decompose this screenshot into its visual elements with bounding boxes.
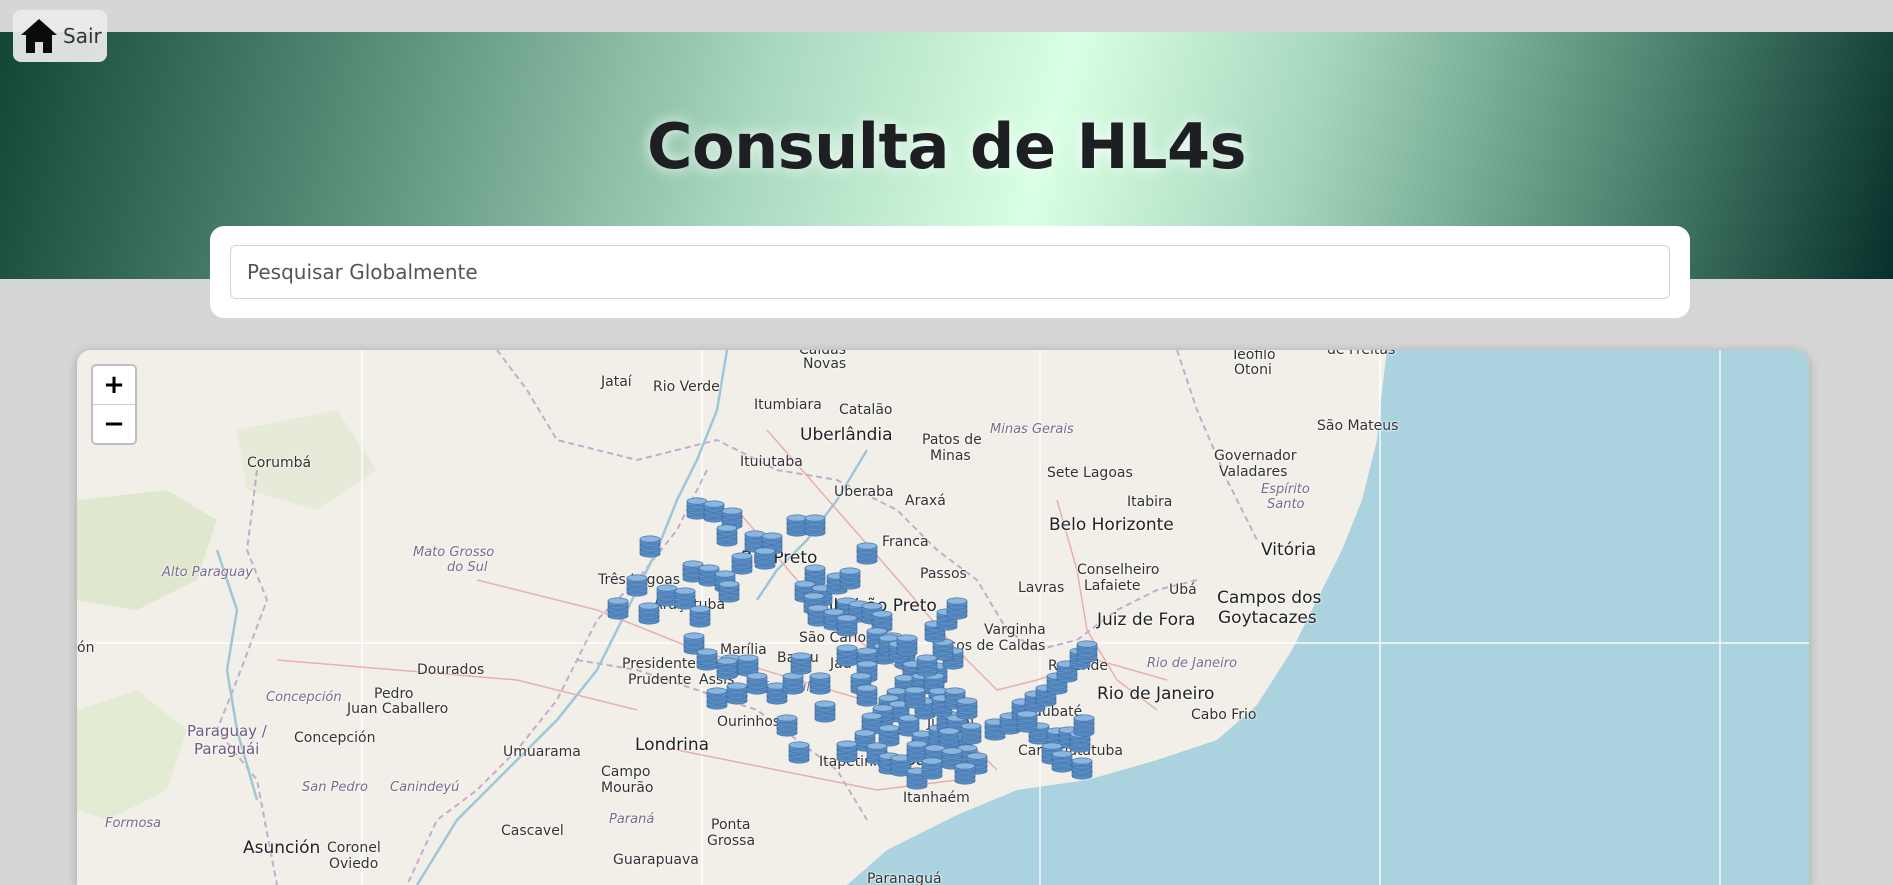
hl4-marker[interactable] <box>904 686 926 709</box>
hl4-marker[interactable] <box>782 672 804 695</box>
top-strip <box>0 0 1893 32</box>
hl4-marker[interactable] <box>607 597 629 620</box>
hl4-marker[interactable] <box>836 740 858 763</box>
hl4-marker[interactable] <box>776 714 798 737</box>
hl4-marker[interactable] <box>716 524 738 547</box>
home-label: Sair <box>63 24 102 48</box>
zoom-control: + − <box>91 364 137 445</box>
hl4-marker[interactable] <box>696 648 718 671</box>
hl4-marker[interactable] <box>1016 710 1038 733</box>
hl4-marker[interactable] <box>809 672 831 695</box>
hl4-marker[interactable] <box>856 684 878 707</box>
hl4-marker[interactable] <box>836 614 858 637</box>
hl4-marker[interactable] <box>954 762 976 785</box>
hl4-marker[interactable] <box>836 644 858 667</box>
hl4-marker[interactable] <box>716 657 738 680</box>
hl4-marker[interactable] <box>839 567 861 590</box>
search-card <box>210 226 1690 318</box>
hl4-marker[interactable] <box>916 654 938 677</box>
hl4-marker[interactable] <box>790 652 812 675</box>
hl4-marker[interactable] <box>746 672 768 695</box>
zoom-in-button[interactable]: + <box>93 366 135 404</box>
zoom-out-button[interactable]: − <box>93 404 135 443</box>
hl4-marker[interactable] <box>1071 757 1093 780</box>
hl4-marker[interactable] <box>689 605 711 628</box>
hl4-marker[interactable] <box>1076 640 1098 663</box>
hl4-marker[interactable] <box>814 700 836 723</box>
hl4-marker[interactable] <box>731 552 753 575</box>
page-title: Consulta de HL4s <box>646 110 1247 183</box>
hl4-marker[interactable] <box>804 514 826 537</box>
hl4-marker[interactable] <box>626 574 648 597</box>
hl4-marker[interactable] <box>786 514 808 537</box>
hl4-marker[interactable] <box>856 542 878 565</box>
hl4-marker[interactable] <box>960 722 982 745</box>
global-search-input[interactable] <box>230 245 1670 299</box>
hl4-marker[interactable] <box>1051 750 1073 773</box>
hl4-marker[interactable] <box>639 535 661 558</box>
hl4-marker[interactable] <box>788 741 810 764</box>
hl4-marker[interactable] <box>921 757 943 780</box>
hl4-marker[interactable] <box>1073 714 1095 737</box>
hl4-marker[interactable] <box>754 547 776 570</box>
home-icon <box>21 19 57 53</box>
hl4-marker[interactable] <box>674 587 696 610</box>
hl4-marker[interactable] <box>718 580 740 603</box>
hl4-marker[interactable] <box>656 584 678 607</box>
markers-layer <box>607 497 1098 790</box>
hl4-marker[interactable] <box>896 634 918 657</box>
hl4-marker[interactable] <box>706 687 728 710</box>
hl4-marker[interactable] <box>956 697 978 720</box>
hl4-marker[interactable] <box>946 597 968 620</box>
home-button[interactable]: Sair <box>13 10 107 62</box>
map[interactable]: Caldas Novas Jataí Rio Verde Itumbiara C… <box>77 350 1809 885</box>
hl4-marker[interactable] <box>703 500 725 523</box>
hl4-marker[interactable] <box>726 682 748 705</box>
hl4-marker[interactable] <box>638 602 660 625</box>
